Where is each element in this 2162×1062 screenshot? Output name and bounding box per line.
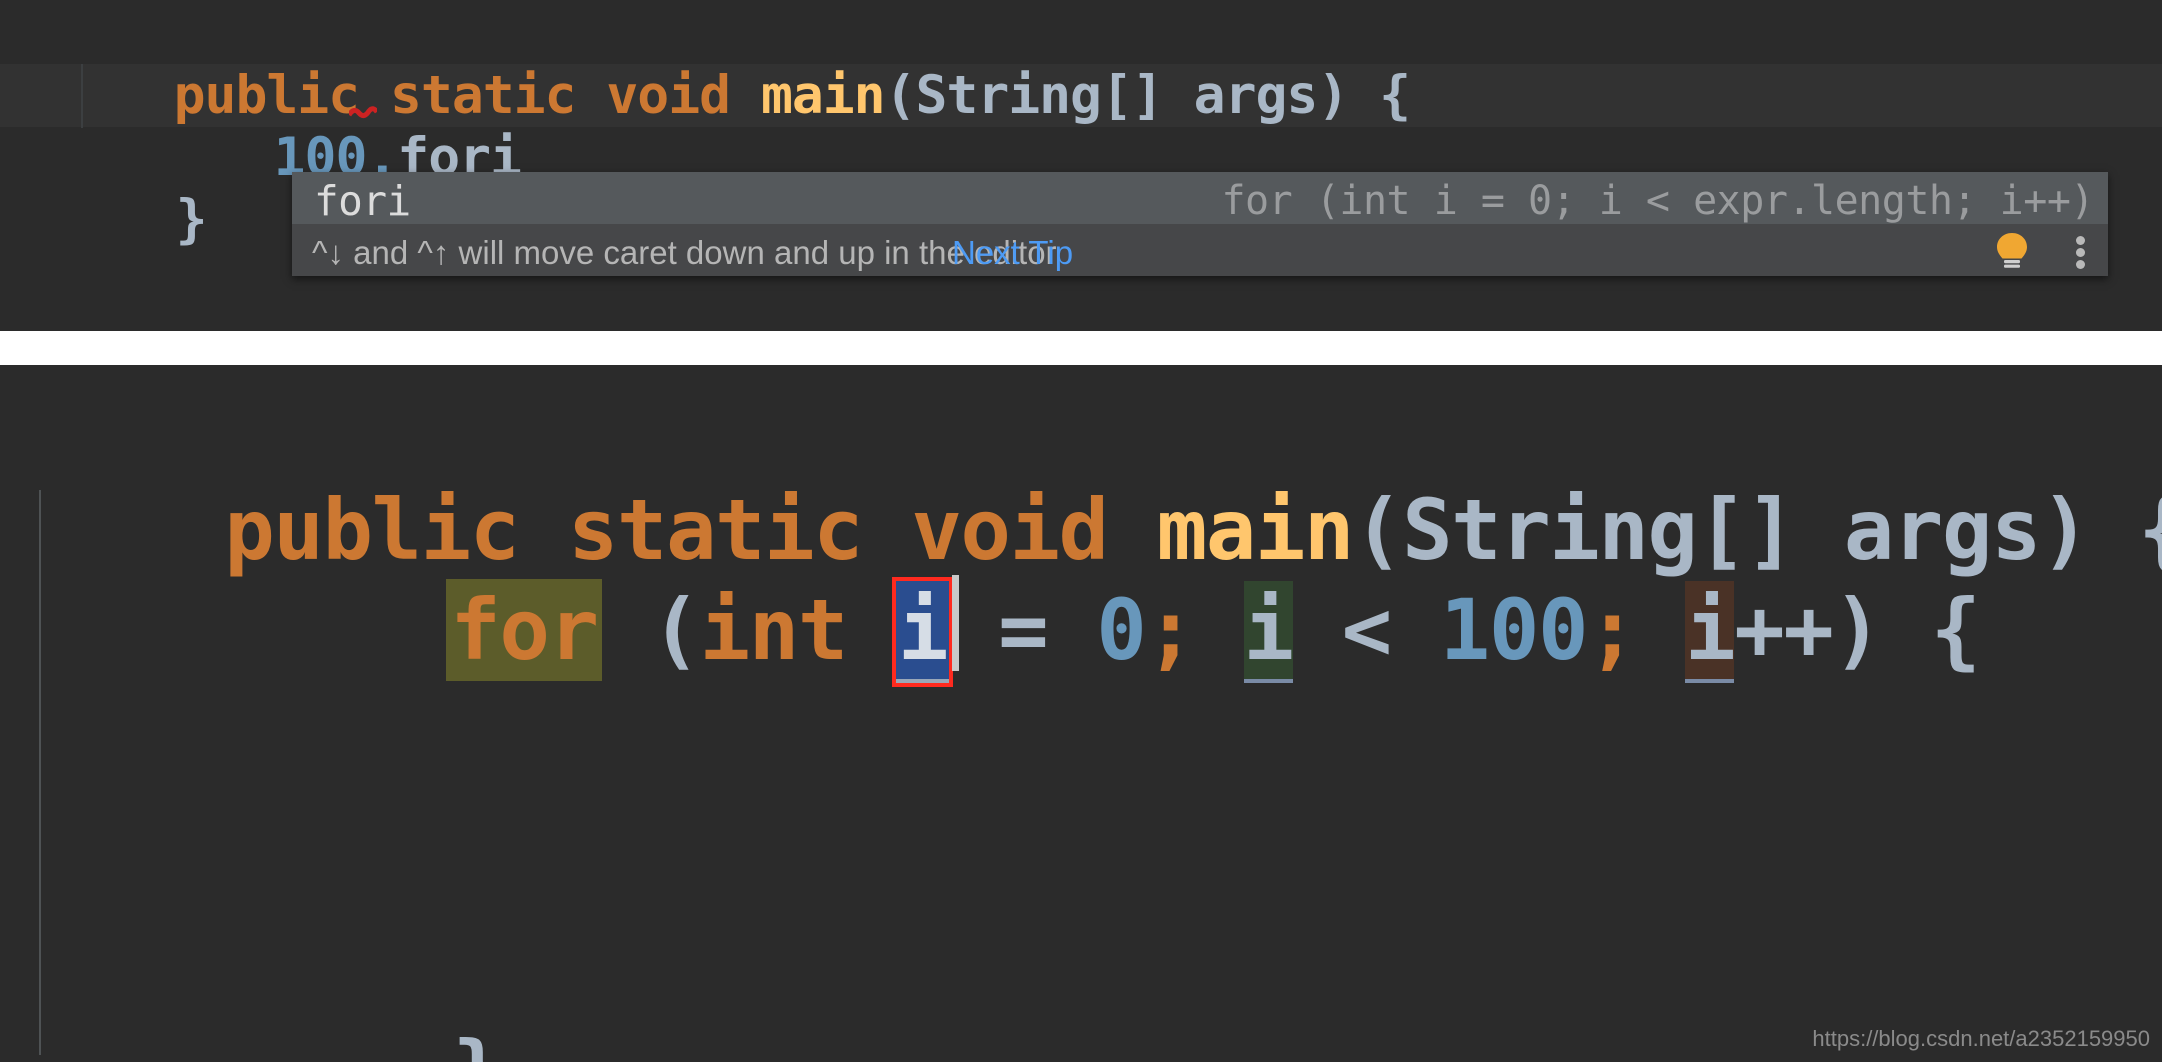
template-variable-cond[interactable]: i (1243, 581, 1294, 683)
tip-bar: ^↓ and ^↑ will move caret down and up in… (292, 224, 2108, 276)
bottom-editor-line-3: } (250, 925, 503, 1062)
semicolon-2: ; (1587, 581, 1638, 679)
lightbulb-icon[interactable] (1994, 232, 2030, 270)
template-variable-incr[interactable]: i (1685, 581, 1736, 683)
completion-item-fori[interactable]: fori for (int i = 0; i < expr.length; i+… (292, 172, 2108, 225)
bottom-editor-line-2: for (int i = 0; i < 100; i++) { (250, 483, 1982, 777)
template-variable-selected[interactable]: i (891, 575, 960, 687)
init-value: 0 (1096, 581, 1147, 679)
menu-dot (2076, 236, 2085, 245)
increment-operator: ++) (1734, 581, 1883, 679)
bottom-code-editor[interactable]: public static void main(String[] args) {… (0, 365, 2162, 1062)
open-brace: { (1881, 581, 1982, 679)
tip-text: ^↓ and ^↑ will move caret down and up in… (312, 234, 1057, 271)
text-caret (952, 575, 960, 671)
closing-brace-inner: } (452, 1023, 503, 1062)
template-variable-init-label: i (897, 581, 949, 679)
semicolon-1: ; (1145, 581, 1196, 679)
method-name-main: main (760, 65, 886, 126)
closing-brace: } (175, 189, 208, 250)
overflow-menu-icon[interactable] (2076, 236, 2086, 269)
bottom-editor-line-4: } (28, 1020, 281, 1062)
watermark-url: https://blog.csdn.net/a2352159950 (1812, 1026, 2150, 1051)
menu-dot (2076, 260, 2085, 269)
keyword-void: void (606, 65, 731, 126)
assign-operator: = (949, 581, 1097, 679)
method-signature: (String[] args) { (884, 65, 1411, 126)
top-code-editor[interactable]: public static void main(String[] args) {… (0, 0, 2162, 331)
menu-dot (2076, 248, 2085, 257)
next-tip-link[interactable]: Next Tip (952, 234, 1073, 272)
completion-item-hint: for (int i = 0; i < expr.length; i++) (1221, 178, 2094, 224)
open-paren: ( (601, 581, 702, 679)
keyword-for-highlighted: for (446, 579, 602, 681)
autocomplete-popup[interactable]: fori for (int i = 0; i < expr.length; i+… (292, 172, 2108, 276)
completion-item-label: fori (314, 177, 411, 225)
loop-limit: 100 (1439, 581, 1589, 679)
panel-separator (0, 331, 2162, 365)
keyword-int: int (699, 581, 849, 679)
error-squiggle-icon (349, 106, 377, 120)
top-editor-line-3: } (52, 128, 208, 311)
comparison-operator: < (1292, 581, 1440, 679)
